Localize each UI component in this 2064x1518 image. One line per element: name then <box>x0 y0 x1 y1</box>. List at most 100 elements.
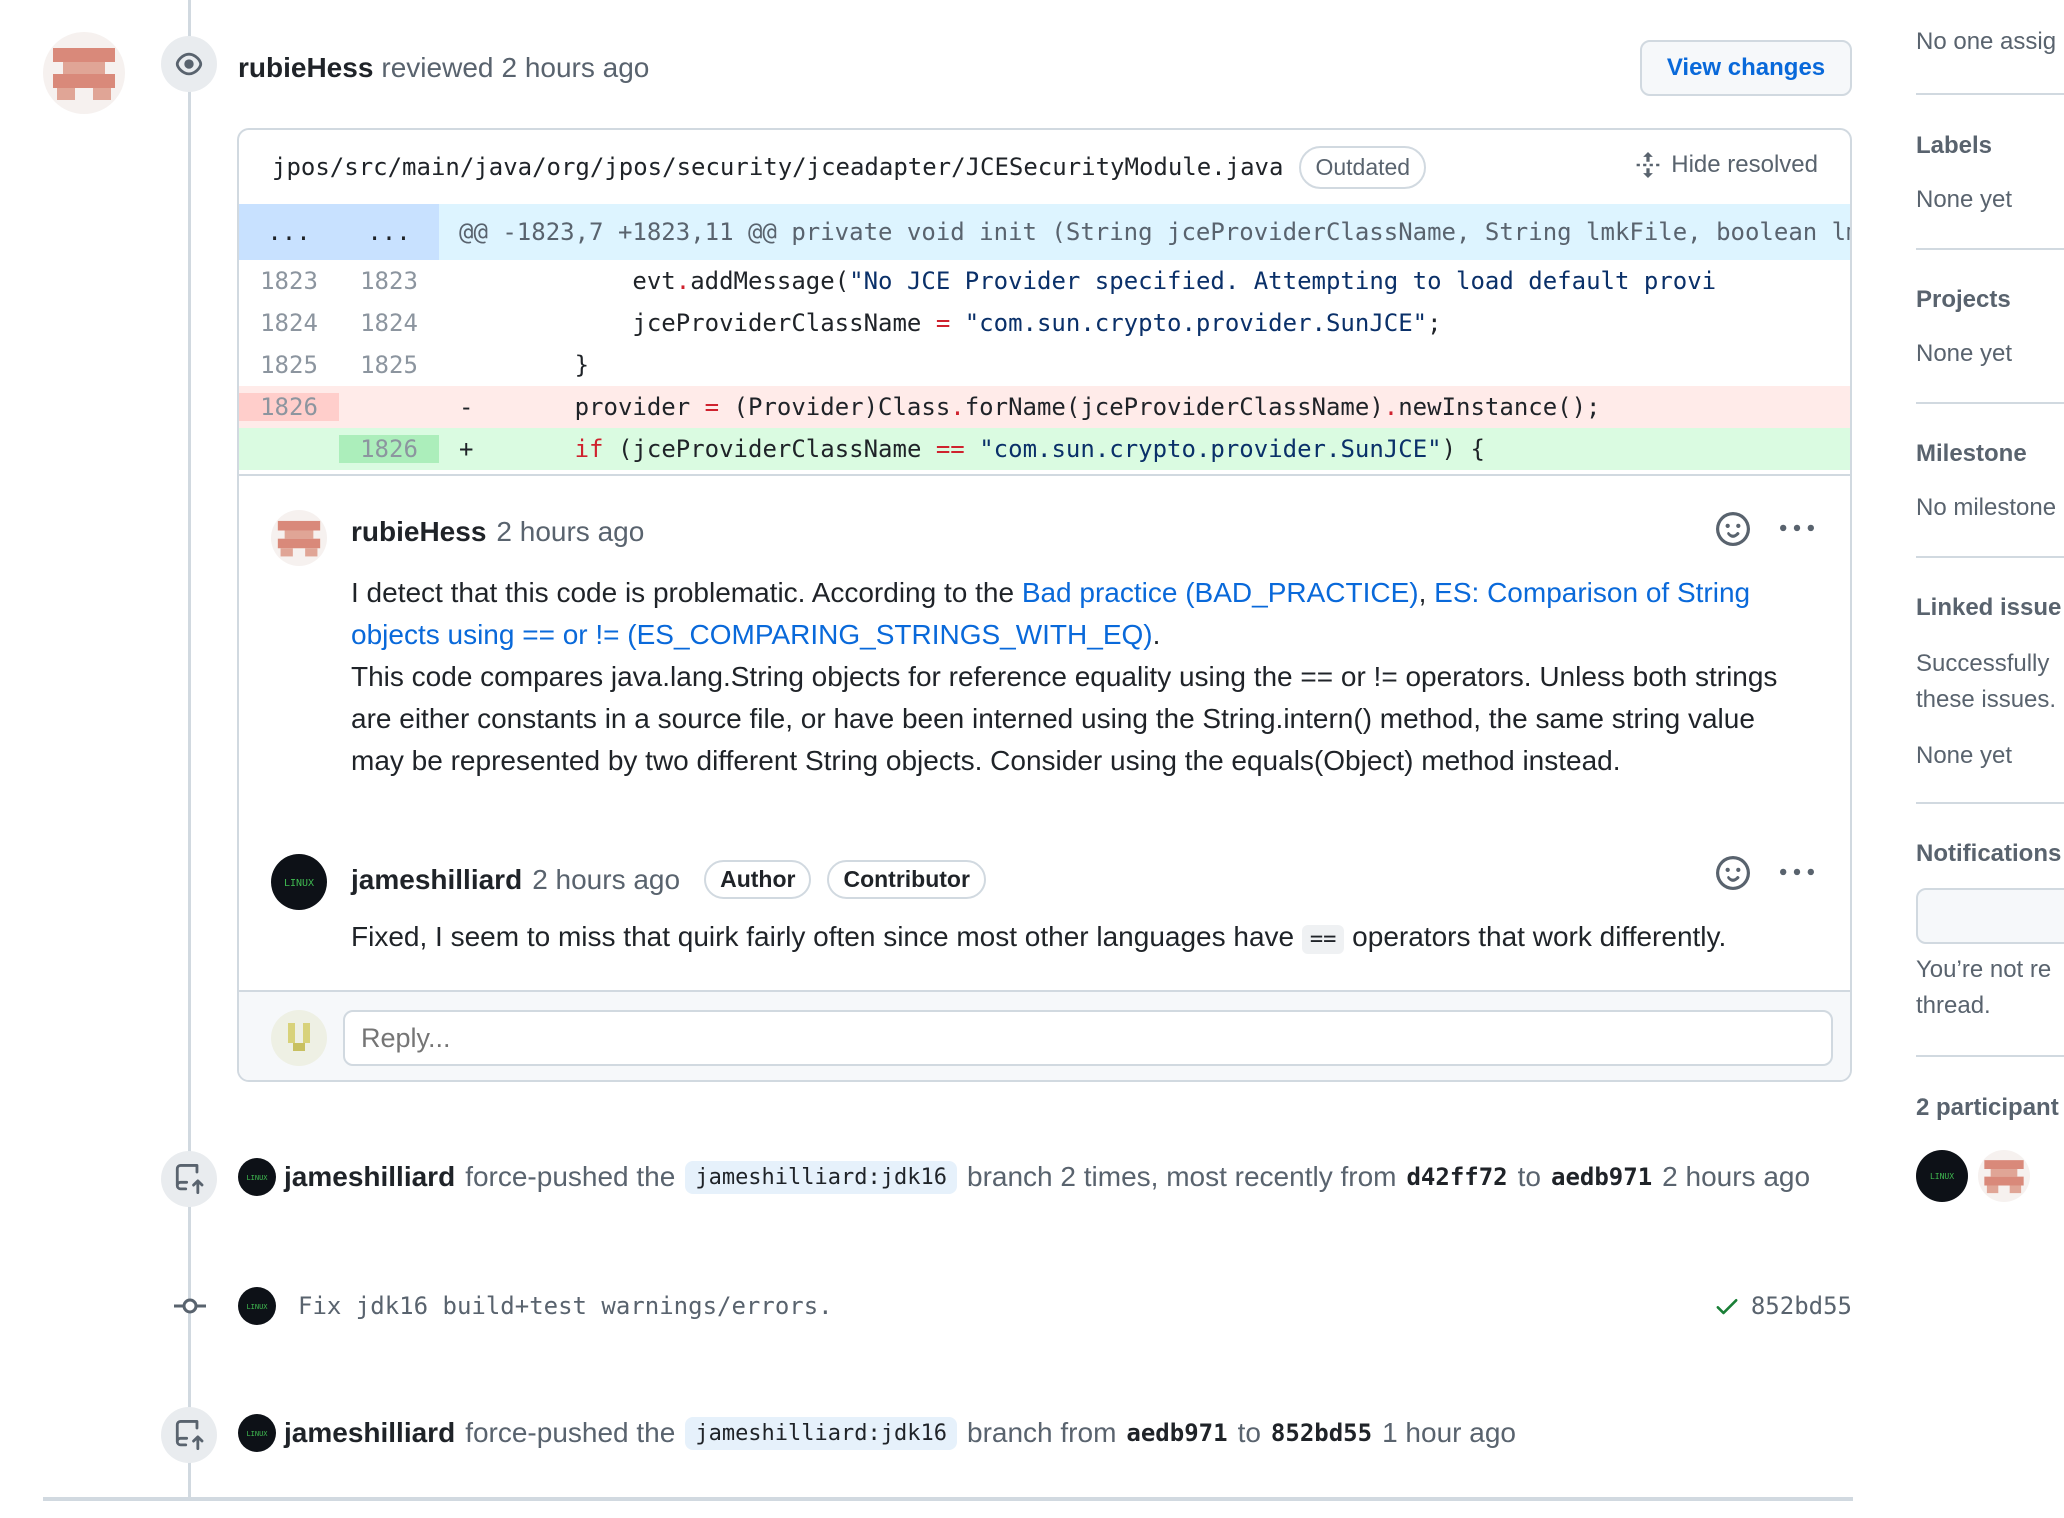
comment-body: I detect that this code is problematic. … <box>351 572 1791 782</box>
review-action: reviewed <box>381 52 494 83</box>
comment-text: Fixed, I seem to miss that quirk fairly … <box>351 921 1302 952</box>
event-avatar[interactable]: LINUX <box>238 1158 276 1196</box>
milestone-section[interactable]: Milestone No milestone <box>1916 440 2064 522</box>
event-text: force-pushed the <box>465 1161 676 1192</box>
projects-title[interactable]: Projects <box>1916 286 2064 314</box>
assignees-section: No one assig <box>1916 28 2064 56</box>
labels-title[interactable]: Labels <box>1916 132 2064 160</box>
commit-message[interactable]: Fix jdk16 build+test warnings/errors. <box>298 1292 833 1320</box>
projects-section[interactable]: Projects None yet <box>1916 286 2064 368</box>
git-commit-icon <box>174 1298 206 1314</box>
linked-issues-title[interactable]: Linked issue <box>1916 594 2064 622</box>
subscribe-button[interactable] <box>1916 888 2064 944</box>
kebab-horizontal-icon[interactable] <box>1780 856 1814 890</box>
new-line-number[interactable]: 1823 <box>339 267 439 295</box>
hunk-header[interactable]: ... ... @@ -1823,7 +1823,11 @@ private v… <box>239 204 1850 260</box>
old-line-number[interactable]: 1824 <box>239 309 339 337</box>
hide-resolved-label: Hide resolved <box>1671 151 1818 178</box>
kebab-horizontal-icon[interactable] <box>1780 512 1814 546</box>
participant-avatar[interactable]: LINUX <box>1916 1150 1968 1202</box>
sidebar: No one assig Labels None yet Projects No… <box>1916 0 2064 1518</box>
event-text: branch 2 times, most recently from <box>967 1161 1397 1192</box>
new-line-number[interactable]: 1824 <box>339 309 439 337</box>
svg-text:LINUX: LINUX <box>284 878 314 889</box>
smiley-icon[interactable] <box>1716 512 1750 546</box>
comment-avatar[interactable] <box>271 510 327 566</box>
comment-paragraph: This code compares java.lang.String obje… <box>351 661 1778 776</box>
event-time[interactable]: 1 hour ago <box>1382 1417 1516 1449</box>
commit-avatar[interactable]: LINUX <box>238 1287 276 1325</box>
linked-issues-value: None yet <box>1916 742 2013 769</box>
author-badge: Author <box>704 860 812 899</box>
comment-actions <box>1716 856 1814 890</box>
smiley-icon[interactable] <box>1716 856 1750 890</box>
comment-header: jameshilliard 2 hours ago Author Contrib… <box>351 860 986 899</box>
commit-sha[interactable]: 852bd55 <box>1751 1292 1852 1320</box>
review-comments: rubieHess 2 hours ago I detect that this… <box>239 474 1850 954</box>
to-commit-sha[interactable]: 852bd55 <box>1271 1419 1372 1447</box>
comment-author[interactable]: jameshilliard <box>351 864 522 896</box>
force-push-event: LINUX jameshilliard force-pushed the jam… <box>238 1414 1516 1452</box>
diff-line-added: 1826 + if (jceProviderClassName == "com.… <box>239 428 1850 470</box>
line-code: evt.addMessage("No JCE Provider specifie… <box>459 267 1717 295</box>
force-push-event: LINUX jameshilliard force-pushed the jam… <box>238 1158 1810 1196</box>
sidebar-divider <box>1916 93 2064 95</box>
new-line-number[interactable]: 1826 <box>339 435 439 463</box>
file-path[interactable]: jpos/src/main/java/org/jpos/security/jce… <box>272 153 1283 181</box>
review-header: rubieHess reviewed 2 hours ago <box>238 52 649 84</box>
line-code: jceProviderClassName = "com.sun.crypto.p… <box>459 309 1442 337</box>
view-changes-button[interactable]: View changes <box>1640 40 1852 96</box>
milestone-title[interactable]: Milestone <box>1916 440 2064 468</box>
hunk-expand-right[interactable]: ... <box>339 204 439 260</box>
event-avatar[interactable]: LINUX <box>238 1414 276 1452</box>
reply-bar <box>239 990 1850 1080</box>
projects-value: None yet <box>1916 340 2013 367</box>
comment-avatar[interactable]: LINUX <box>271 854 327 910</box>
sidebar-divider <box>1916 1055 2064 1057</box>
comment-text-end: operators that work differently. <box>1344 921 1727 952</box>
reviewer-avatar[interactable] <box>43 32 125 114</box>
outdated-badge: Outdated <box>1299 145 1427 189</box>
old-line-number[interactable]: 1823 <box>239 267 339 295</box>
reply-input[interactable] <box>343 1010 1833 1066</box>
review-author[interactable]: rubieHess <box>238 52 373 84</box>
commit-status: 852bd55 <box>1713 1292 1852 1320</box>
diff-line: 1825 1825 } <box>239 344 1850 386</box>
comment-time[interactable]: 2 hours ago <box>532 864 680 896</box>
from-commit-sha[interactable]: d42ff72 <box>1406 1163 1507 1191</box>
review-time[interactable]: 2 hours ago <box>501 52 649 84</box>
check-icon[interactable] <box>1713 1292 1741 1320</box>
participants-section: 2 participant <box>1916 1094 2064 1122</box>
hunk-expand-left[interactable]: ... <box>239 204 339 260</box>
event-author[interactable]: jameshilliard <box>284 1161 455 1193</box>
addition-sign: + <box>459 435 474 463</box>
comment-actions <box>1716 512 1814 546</box>
diff-line: 1823 1823 evt.addMessage("No JCE Provide… <box>239 260 1850 302</box>
old-line-number[interactable]: 1825 <box>239 351 339 379</box>
comment-header: rubieHess 2 hours ago <box>351 516 644 548</box>
from-commit-sha[interactable]: aedb971 <box>1126 1419 1227 1447</box>
new-line-number[interactable]: 1825 <box>339 351 439 379</box>
hide-resolved-button[interactable]: Hide resolved <box>1635 150 1818 180</box>
repo-push-icon <box>175 1164 204 1194</box>
to-commit-sha[interactable]: aedb971 <box>1551 1163 1652 1191</box>
event-author[interactable]: jameshilliard <box>284 1417 455 1449</box>
event-time[interactable]: 2 hours ago <box>1662 1161 1810 1193</box>
notifications-text: You’re not re <box>1916 956 2052 983</box>
branch-name[interactable]: jameshilliard:jdk16 <box>685 1160 957 1194</box>
fold-icon <box>1636 152 1660 178</box>
labels-section[interactable]: Labels None yet <box>1916 132 2064 214</box>
branch-name[interactable]: jameshilliard:jdk16 <box>685 1416 957 1450</box>
push-event-badge <box>161 1151 217 1207</box>
participant-avatar[interactable] <box>1978 1150 2030 1202</box>
comment-period: . <box>1152 619 1161 650</box>
comment-time[interactable]: 2 hours ago <box>496 516 644 548</box>
old-line-number[interactable]: 1826 <box>239 393 339 421</box>
svg-text:LINUX: LINUX <box>246 1174 268 1182</box>
comment-author[interactable]: rubieHess <box>351 516 486 548</box>
bad-practice-link[interactable]: Bad practice (BAD_PRACTICE) <box>1022 577 1419 608</box>
linked-issues-desc: Successfully <box>1916 650 2050 677</box>
notifications-text: thread. <box>1916 992 1991 1019</box>
comment-separator: , <box>1418 577 1435 608</box>
eye-icon <box>175 52 203 76</box>
